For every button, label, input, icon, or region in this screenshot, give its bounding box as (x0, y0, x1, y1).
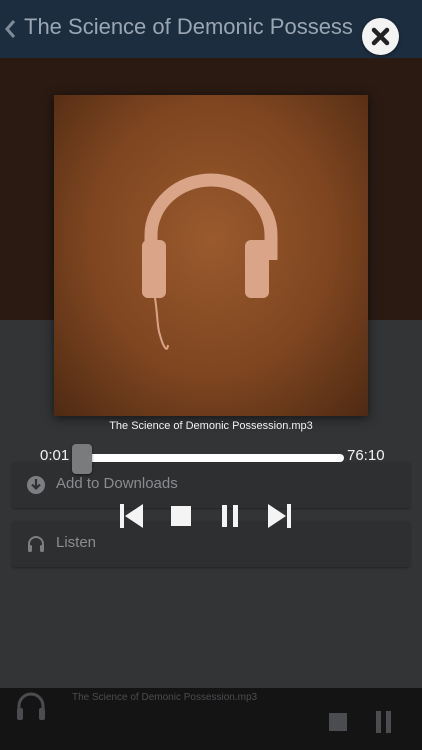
close-icon (371, 27, 390, 46)
stop-icon[interactable] (329, 713, 347, 731)
mini-player-title: The Science of Demonic Possession.mp3 (72, 692, 258, 703)
listen-row[interactable]: Listen (12, 521, 410, 567)
headphones-icon (142, 173, 278, 350)
total-time: 76:10 (347, 447, 385, 464)
download-circle-icon (27, 476, 45, 494)
page-title: The Science of Demonic Possession (24, 14, 354, 39)
previous-button[interactable] (118, 502, 146, 530)
skip-previous-icon (120, 504, 143, 528)
album-artwork (54, 95, 368, 416)
seek-thumb[interactable] (72, 444, 93, 474)
seek-bar[interactable] (72, 454, 344, 462)
headphones-icon (28, 536, 44, 552)
chevron-left-icon[interactable] (3, 18, 17, 40)
close-button[interactable] (362, 18, 399, 55)
headphones-icon (17, 692, 45, 720)
track-name: The Science of Demonic Possession.mp3 (109, 420, 313, 432)
elapsed-time: 0:01 (40, 447, 70, 464)
next-button[interactable] (265, 502, 293, 530)
stop-icon (171, 506, 191, 526)
stop-button[interactable] (167, 502, 195, 530)
listen-label: Listen (56, 534, 97, 551)
skip-next-icon (268, 504, 291, 528)
pause-button[interactable] (216, 502, 244, 530)
pause-icon[interactable] (376, 711, 392, 733)
add-to-downloads-label: Add to Downloads (56, 475, 178, 492)
pause-icon (222, 505, 238, 527)
